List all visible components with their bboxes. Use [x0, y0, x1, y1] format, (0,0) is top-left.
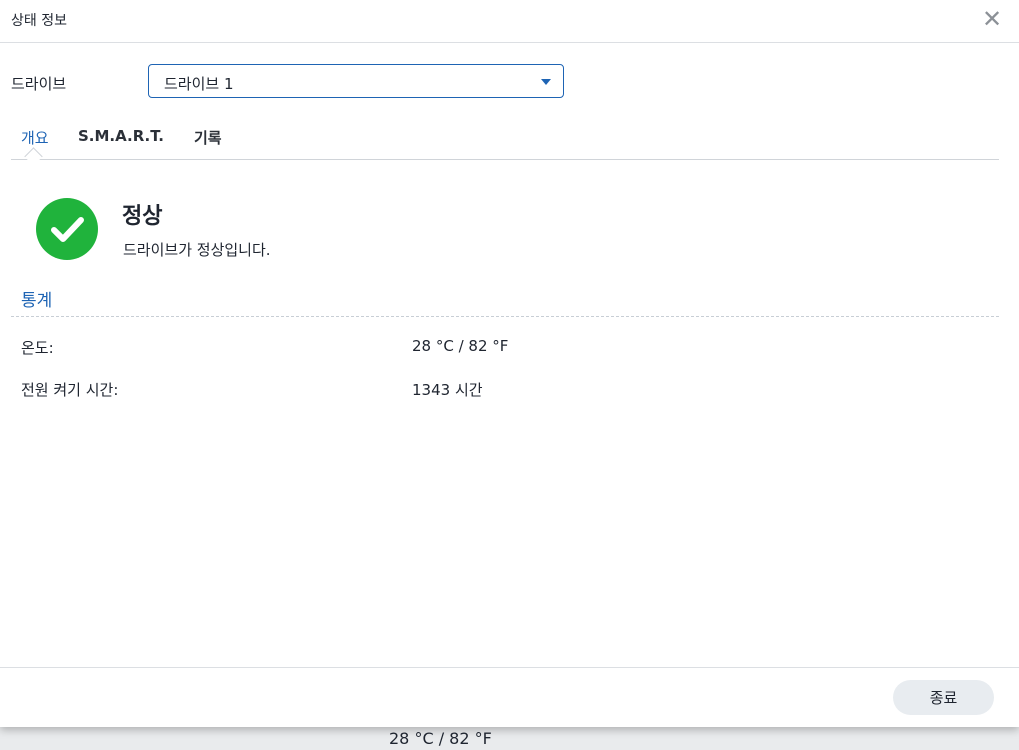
status-description: 드라이브가 정상입니다. — [123, 241, 271, 259]
drive-select[interactable]: 드라이브 1 — [148, 64, 564, 98]
dialog-title: 상태 정보 — [11, 13, 67, 29]
chevron-down-icon — [541, 79, 551, 85]
section-divider — [11, 316, 999, 317]
check-circle-icon — [36, 198, 98, 260]
power-on-hours-label: 전원 켜기 시간: — [21, 381, 119, 399]
tab-smart[interactable]: S.M.A.R.T. — [78, 127, 164, 145]
power-on-hours-value: 1343 시간 — [412, 381, 483, 399]
statistics-section-title: 통계 — [21, 291, 53, 311]
background-temperature-text: 28 °C / 82 °F — [389, 729, 492, 748]
tab-bar: 개요 S.M.A.R.T. 기록 — [11, 118, 999, 166]
dialog-titlebar: 상태 정보 ✕ — [0, 0, 1019, 43]
active-tab-indicator — [24, 147, 43, 166]
temperature-label: 온도: — [21, 339, 54, 357]
drive-select-value: 드라이브 1 — [164, 75, 234, 93]
close-button[interactable]: 종료 — [893, 680, 994, 715]
drive-label: 드라이브 — [11, 75, 67, 93]
status-info-dialog: 상태 정보 ✕ 드라이브 드라이브 1 개요 S.M.A.R.T. 기록 정상 … — [0, 0, 1019, 727]
tab-overview[interactable]: 개요 — [21, 127, 49, 148]
dialog-footer: 종료 — [0, 667, 1019, 728]
close-icon[interactable]: ✕ — [979, 6, 1005, 32]
status-title: 정상 — [122, 204, 163, 229]
tab-history[interactable]: 기록 — [194, 127, 222, 148]
temperature-value: 28 °C / 82 °F — [412, 337, 509, 355]
